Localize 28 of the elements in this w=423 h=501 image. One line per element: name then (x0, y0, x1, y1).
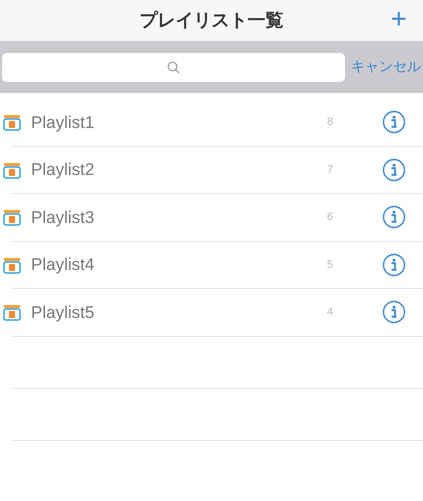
playlist-name: Playlist3 (31, 206, 96, 228)
playlist-icon (2, 207, 22, 228)
search-field[interactable] (2, 52, 345, 82)
info-icon[interactable] (382, 205, 406, 230)
playlist-name: Playlist1 (31, 112, 96, 134)
search-icon (167, 60, 180, 74)
screen-title: プレイリスト一覧 (140, 9, 284, 33)
playlist-name: Playlist5 (31, 302, 96, 324)
playlist-name: Playlist4 (31, 254, 96, 276)
track-count: 7 (326, 162, 334, 178)
track-count: 4 (326, 305, 334, 320)
playlist-row[interactable]: Playlist3 6 (0, 194, 423, 240)
info-icon[interactable] (382, 158, 406, 182)
add-button[interactable]: + (390, 4, 407, 34)
info-icon[interactable] (382, 252, 406, 277)
playlist-icon (2, 302, 22, 322)
info-icon[interactable] (382, 110, 406, 134)
info-icon[interactable] (382, 300, 406, 324)
track-count: 6 (326, 210, 334, 225)
playlist-name: Playlist2 (31, 159, 96, 181)
track-count: 5 (326, 258, 334, 272)
playlist-row[interactable]: Playlist4 5 (0, 242, 423, 288)
playlist-icon (2, 112, 22, 132)
cancel-button[interactable]: キャンセル (351, 56, 421, 78)
playlist-row[interactable]: Playlist5 4 (0, 289, 423, 336)
track-count: 8 (326, 115, 334, 130)
playlist-row[interactable]: Playlist2 7 (0, 146, 423, 193)
playlist-row[interactable]: Playlist1 8 (0, 99, 423, 146)
